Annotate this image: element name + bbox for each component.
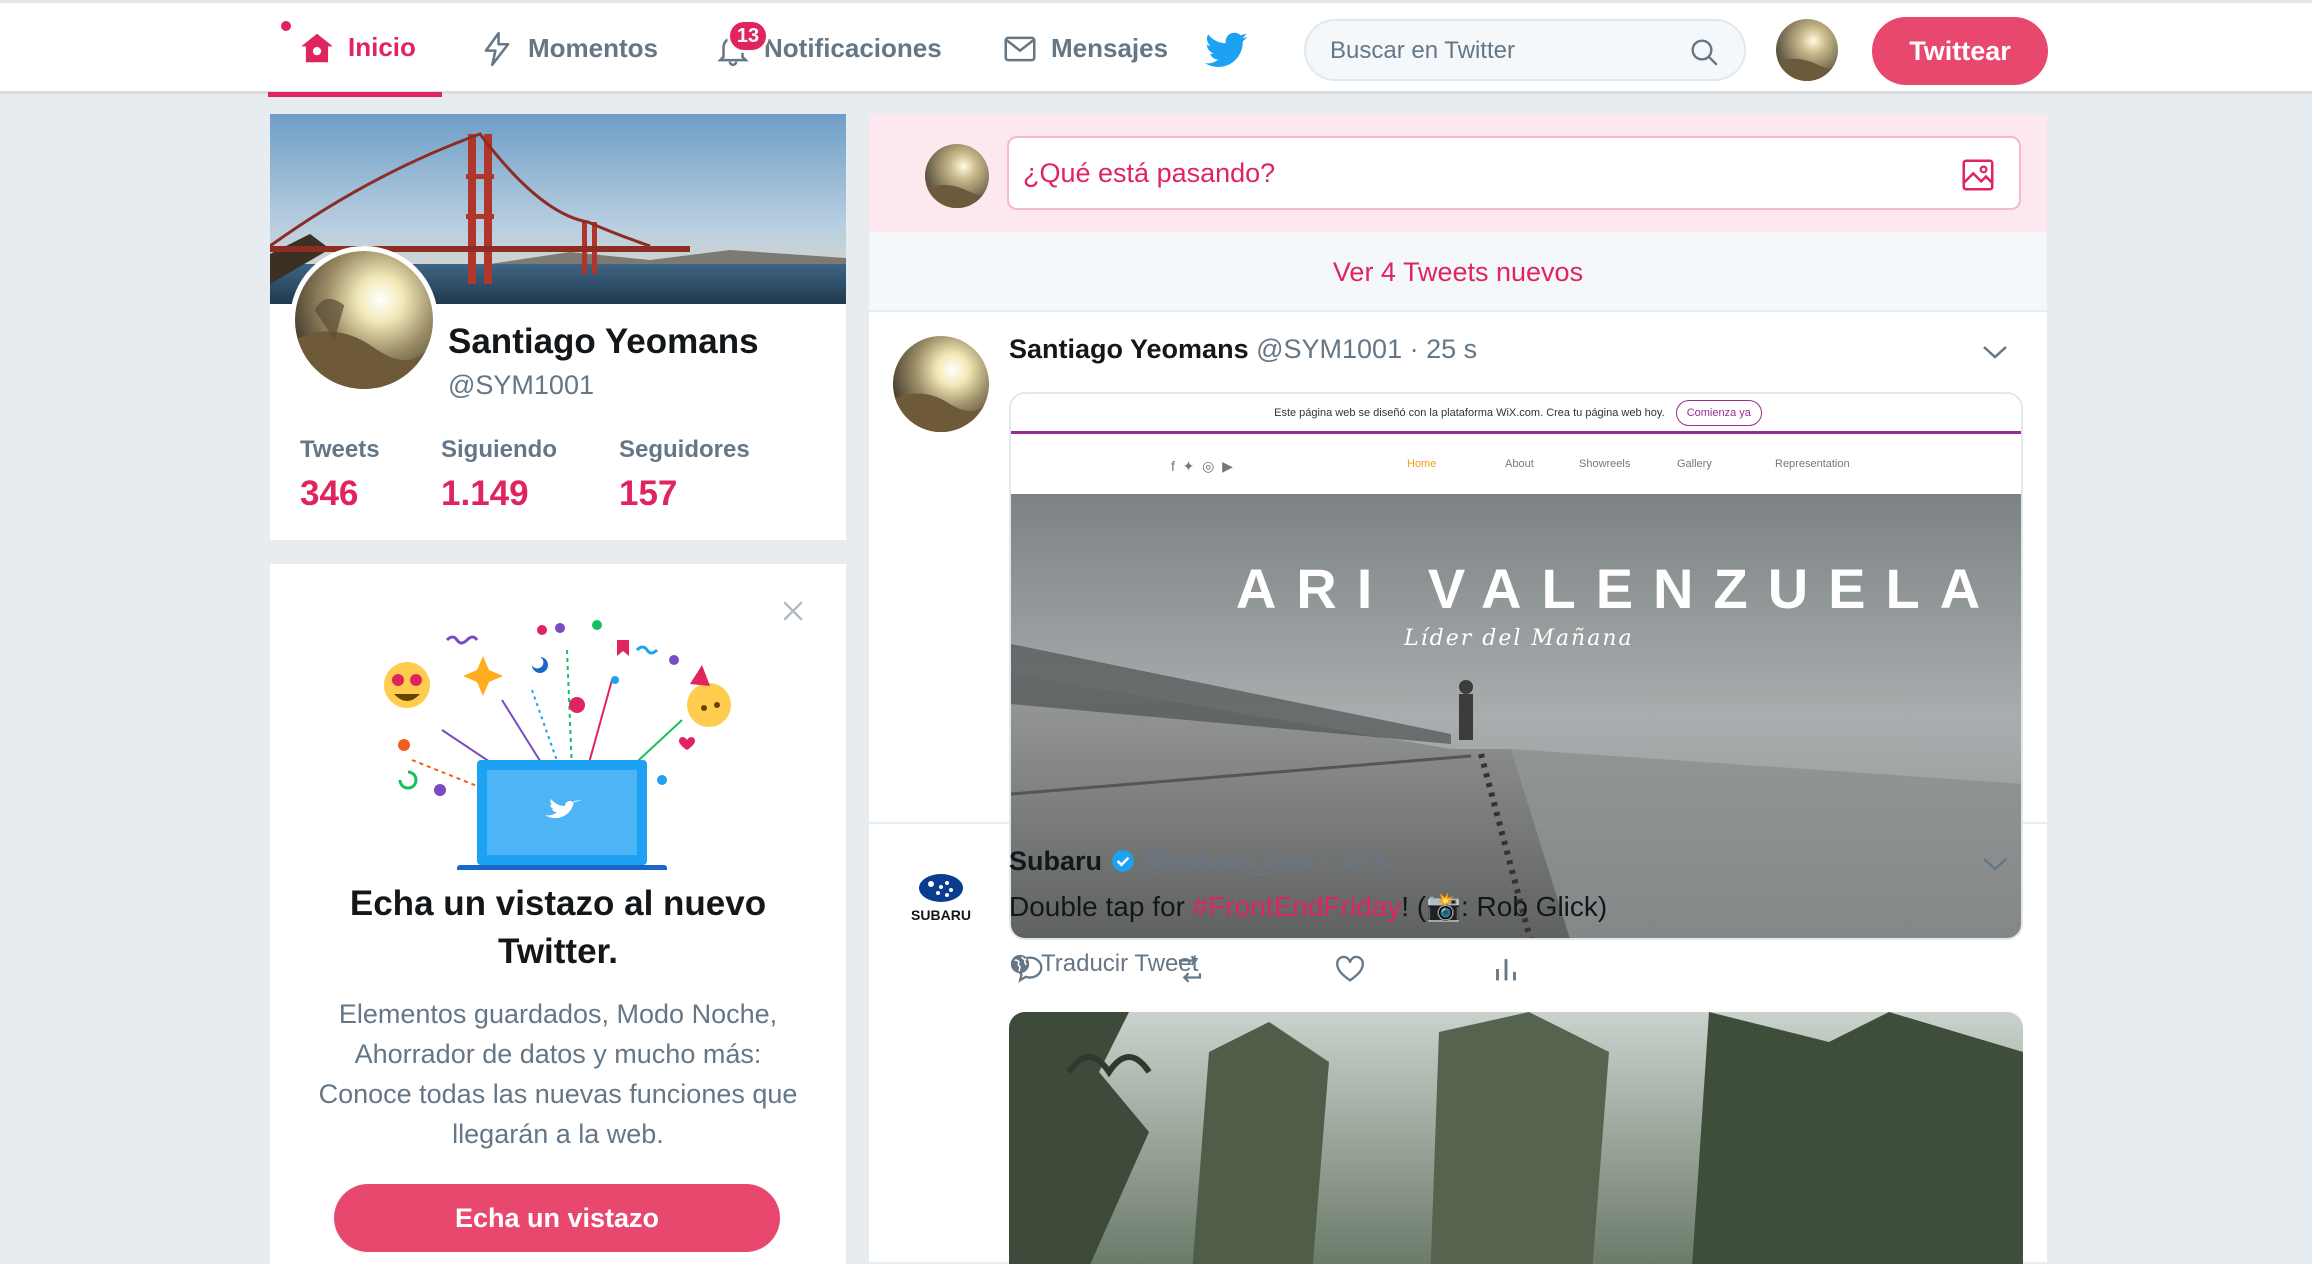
social-icons: f ✦ ◎ ▶ <box>1171 458 1233 474</box>
wix-cta-button[interactable]: Comienza ya <box>1675 400 1762 426</box>
globe-icon <box>1010 954 1030 974</box>
tweet-text-part: ! (📸: Rob Glick) <box>1401 891 1608 922</box>
image-upload-icon[interactable] <box>1959 156 1997 194</box>
top-navigation-bar: Inicio Momentos Notificaciones 13 Mensaj… <box>0 0 2312 97</box>
nav-home[interactable]: Inicio <box>268 3 442 97</box>
site-nav-item[interactable]: Gallery <box>1677 458 1712 470</box>
site-nav-item[interactable]: About <box>1505 458 1534 470</box>
wix-banner: Este página web se diseñó con la platafo… <box>1011 394 2021 434</box>
laptop-celebration-illustration <box>384 620 731 870</box>
lightning-icon <box>484 31 510 66</box>
chevron-down-icon[interactable] <box>1981 854 2009 874</box>
tweet[interactable]: Santiago Yeomans @SYM1001 · 25 s Este pá… <box>869 312 2047 983</box>
wix-banner-text: Este página web se diseñó con la platafo… <box>1274 407 1665 419</box>
site-navigation: f ✦ ◎ ▶ Home About Showreels Gallery Rep… <box>1011 434 2021 494</box>
home-icon <box>301 33 333 62</box>
tweet-author-handle[interactable]: @subaru_usa <box>1143 846 1312 876</box>
nav-notifications-label: Notificaciones <box>764 33 942 63</box>
stat-label: Tweets <box>300 436 380 463</box>
stat-label: Siguiendo <box>441 436 557 463</box>
search-icon[interactable] <box>1688 36 1720 68</box>
profile-card: Santiago Yeomans @SYM1001 Tweets 346 Sig… <box>270 114 846 540</box>
avatar-photo <box>295 251 433 389</box>
tweet-composer: ¿Qué está pasando? <box>869 114 2047 232</box>
promo-body: Elementos guardados, Modo Noche, Ahorrad… <box>318 999 798 1149</box>
twitter-bird-logo[interactable] <box>1205 31 1249 71</box>
tweet-photo[interactable] <box>1009 1012 2023 1264</box>
promo-cta-button[interactable]: Echa un vistazo <box>334 1184 780 1252</box>
avatar-photo <box>1776 19 1838 81</box>
stat-value: 346 <box>300 474 359 513</box>
stat-tweets[interactable]: Tweets 346 <box>300 436 380 514</box>
tweet-author-name[interactable]: Subaru <box>1009 846 1102 876</box>
stat-value: 1.149 <box>441 474 529 513</box>
site-nav-item[interactable]: Showreels <box>1579 458 1630 470</box>
nav-moments-label: Momentos <box>528 33 658 63</box>
tweet-button[interactable]: Twittear <box>1872 17 2048 85</box>
stat-followers[interactable]: Seguidores 157 <box>619 436 750 514</box>
profile-name[interactable]: Santiago Yeomans <box>448 322 759 362</box>
tweet-composer-input[interactable]: ¿Qué está pasando? <box>1007 136 2021 210</box>
tweet-text: Double tap for #FrontEndFriday! (📸: Rob … <box>1009 890 1607 923</box>
tweet-timestamp[interactable]: · 32 s <box>1319 846 1387 876</box>
translate-tweet-link[interactable]: Traducir Tweet <box>1009 950 1198 978</box>
subaru-logo-text: SUBARU <box>911 907 971 923</box>
profile-handle[interactable]: @SYM1001 <box>448 370 594 401</box>
site-nav-item[interactable]: Home <box>1407 458 1436 470</box>
tweet-author-handle[interactable]: @SYM1001 <box>1256 334 1402 364</box>
site-nav-item[interactable]: Representation <box>1775 458 1850 470</box>
composer-placeholder: ¿Qué está pasando? <box>1023 158 1276 188</box>
hero-subtitle: Líder del Mañana <box>1404 626 1634 651</box>
close-icon[interactable] <box>782 600 804 622</box>
nav-messages-label: Mensajes <box>1051 33 1169 63</box>
nav-moments[interactable]: Momentos <box>478 3 658 94</box>
notifications-badge: 13 <box>727 19 769 53</box>
tweet-author-avatar[interactable] <box>893 336 989 432</box>
promo-title: Echa un vistazo al nuevo Twitter. <box>349 884 767 971</box>
hashtag-link[interactable]: #FrontEndFriday <box>1193 891 1402 922</box>
tweet-header: Subaru @subaru_usa · 32 s <box>1009 846 1387 877</box>
stat-value: 157 <box>619 474 678 513</box>
composer-avatar[interactable] <box>925 144 989 208</box>
account-avatar[interactable] <box>1776 19 1838 81</box>
nav-home-label: Inicio <box>348 32 416 62</box>
envelope-icon <box>1004 36 1036 61</box>
timeline-column: ¿Qué está pasando? Ver 4 Tweets nuevos S… <box>869 114 2047 1264</box>
subaru-logo[interactable]: SUBARU <box>891 868 991 928</box>
search-input[interactable] <box>1330 35 1670 67</box>
nav-messages[interactable]: Mensajes <box>1001 3 1168 94</box>
tweet-author-name[interactable]: Santiago Yeomans <box>1009 334 1249 364</box>
translate-label: Traducir Tweet <box>1041 950 1199 977</box>
stat-label: Seguidores <box>619 436 750 463</box>
stat-following[interactable]: Siguiendo 1.149 <box>441 436 557 514</box>
show-new-tweets-bar[interactable]: Ver 4 Tweets nuevos <box>869 232 2047 312</box>
hero-title: ARI VALENZUELA <box>1235 557 2001 620</box>
new-twitter-promo-card: Echa un vistazo al nuevo Twitter. Elemen… <box>270 564 846 1264</box>
tweet[interactable]: SUBARU Subaru @subaru_usa · 32 s Double … <box>869 824 2047 1264</box>
tweet-timestamp[interactable]: · 25 s <box>1410 334 1478 364</box>
avatar-photo <box>893 336 989 432</box>
tweet-text-part: Double tap for <box>1009 891 1193 922</box>
profile-avatar[interactable] <box>290 246 438 394</box>
verified-badge-icon <box>1111 850 1134 872</box>
chevron-down-icon[interactable] <box>1981 342 2009 362</box>
tweet-header: Santiago Yeomans @SYM1001 · 25 s <box>1009 334 1477 365</box>
search-box[interactable] <box>1304 19 1746 81</box>
avatar-photo <box>925 144 989 208</box>
